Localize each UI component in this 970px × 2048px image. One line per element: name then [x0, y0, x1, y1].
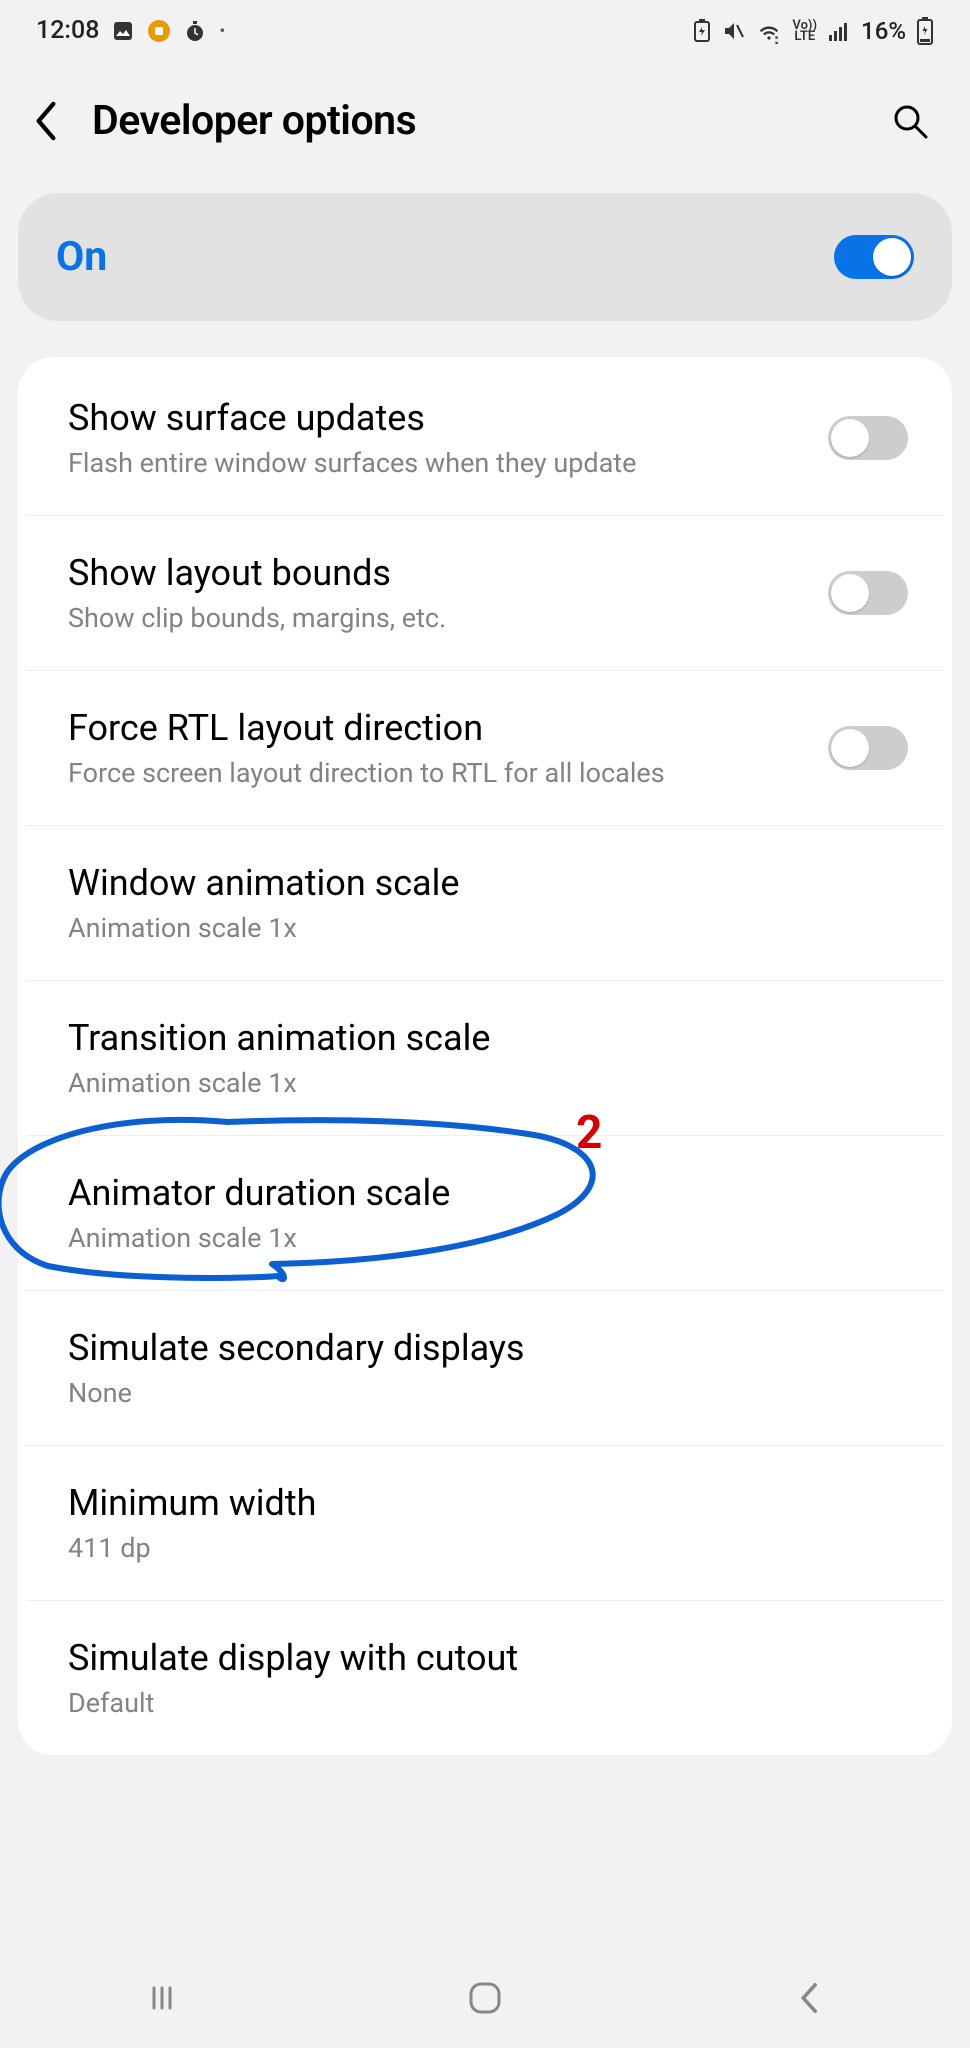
setting-subtitle: Default — [68, 1687, 908, 1719]
setting-minimum-width[interactable]: Minimum width 411 dp — [26, 1446, 944, 1601]
wifi-icon — [756, 18, 782, 44]
setting-subtitle: Force screen layout direction to RTL for… — [68, 757, 804, 789]
master-toggle-row[interactable]: On — [18, 193, 952, 321]
recents-button[interactable] — [130, 1966, 194, 2030]
status-time: 12:08 — [36, 16, 99, 45]
more-notif-icon: • — [219, 21, 225, 40]
setting-title: Show surface updates — [68, 397, 804, 439]
master-toggle-label: On — [56, 233, 107, 281]
signal-icon — [827, 19, 851, 43]
back-nav-button[interactable] — [776, 1966, 840, 2030]
setting-subtitle: 411 dp — [68, 1532, 908, 1564]
setting-show-layout-bounds[interactable]: Show layout bounds Show clip bounds, mar… — [26, 516, 944, 671]
settings-list: Show surface updates Flash entire window… — [18, 357, 952, 1756]
toggle-switch[interactable] — [828, 571, 908, 615]
setting-subtitle: Animation scale 1x — [68, 1067, 908, 1099]
setting-subtitle: Animation scale 1x — [68, 912, 908, 944]
setting-subtitle: Show clip bounds, margins, etc. — [68, 602, 804, 634]
setting-title: Simulate display with cutout — [68, 1637, 908, 1679]
setting-title: Minimum width — [68, 1482, 908, 1524]
volte-icon: Vo))LTE — [792, 20, 817, 42]
setting-title: Force RTL layout direction — [68, 707, 804, 749]
setting-subtitle: Flash entire window surfaces when they u… — [68, 447, 804, 479]
stopwatch-icon — [183, 19, 207, 43]
header: Developer options — [0, 57, 970, 185]
setting-simulate-display-cutout[interactable]: Simulate display with cutout Default — [26, 1601, 944, 1756]
setting-window-animation-scale[interactable]: Window animation scale Animation scale 1… — [26, 826, 944, 981]
setting-title: Transition animation scale — [68, 1017, 908, 1059]
battery-icon — [916, 17, 934, 45]
setting-subtitle: None — [68, 1377, 908, 1409]
mute-icon — [722, 19, 746, 43]
setting-title: Show layout bounds — [68, 552, 804, 594]
setting-animator-duration-scale[interactable]: Animator duration scale Animation scale … — [26, 1136, 944, 1291]
setting-title: Animator duration scale — [68, 1172, 908, 1214]
home-button[interactable] — [453, 1966, 517, 2030]
toggle-switch[interactable] — [828, 416, 908, 460]
setting-transition-animation-scale[interactable]: Transition animation scale Animation sca… — [26, 981, 944, 1136]
setting-subtitle: Animation scale 1x — [68, 1222, 908, 1254]
status-left: 12:08 • — [36, 16, 225, 45]
image-icon — [111, 19, 135, 43]
page-title: Developer options — [92, 97, 858, 145]
setting-title: Window animation scale — [68, 862, 908, 904]
status-right: Vo))LTE 16% — [692, 17, 934, 45]
toggle-switch[interactable] — [828, 726, 908, 770]
master-toggle-switch[interactable] — [834, 235, 914, 279]
battery-percent: 16% — [861, 17, 906, 45]
status-bar: 12:08 • Vo))LTE 16% — [0, 0, 970, 57]
back-button[interactable] — [28, 103, 64, 139]
battery-saver-icon — [692, 19, 712, 43]
app-notif-icon — [147, 19, 171, 43]
setting-title: Simulate secondary displays — [68, 1327, 908, 1369]
setting-simulate-secondary-displays[interactable]: Simulate secondary displays None — [26, 1291, 944, 1446]
setting-show-surface-updates[interactable]: Show surface updates Flash entire window… — [26, 357, 944, 516]
navigation-bar — [0, 1948, 970, 2048]
setting-force-rtl[interactable]: Force RTL layout direction Force screen … — [26, 671, 944, 826]
search-button[interactable] — [886, 97, 934, 145]
